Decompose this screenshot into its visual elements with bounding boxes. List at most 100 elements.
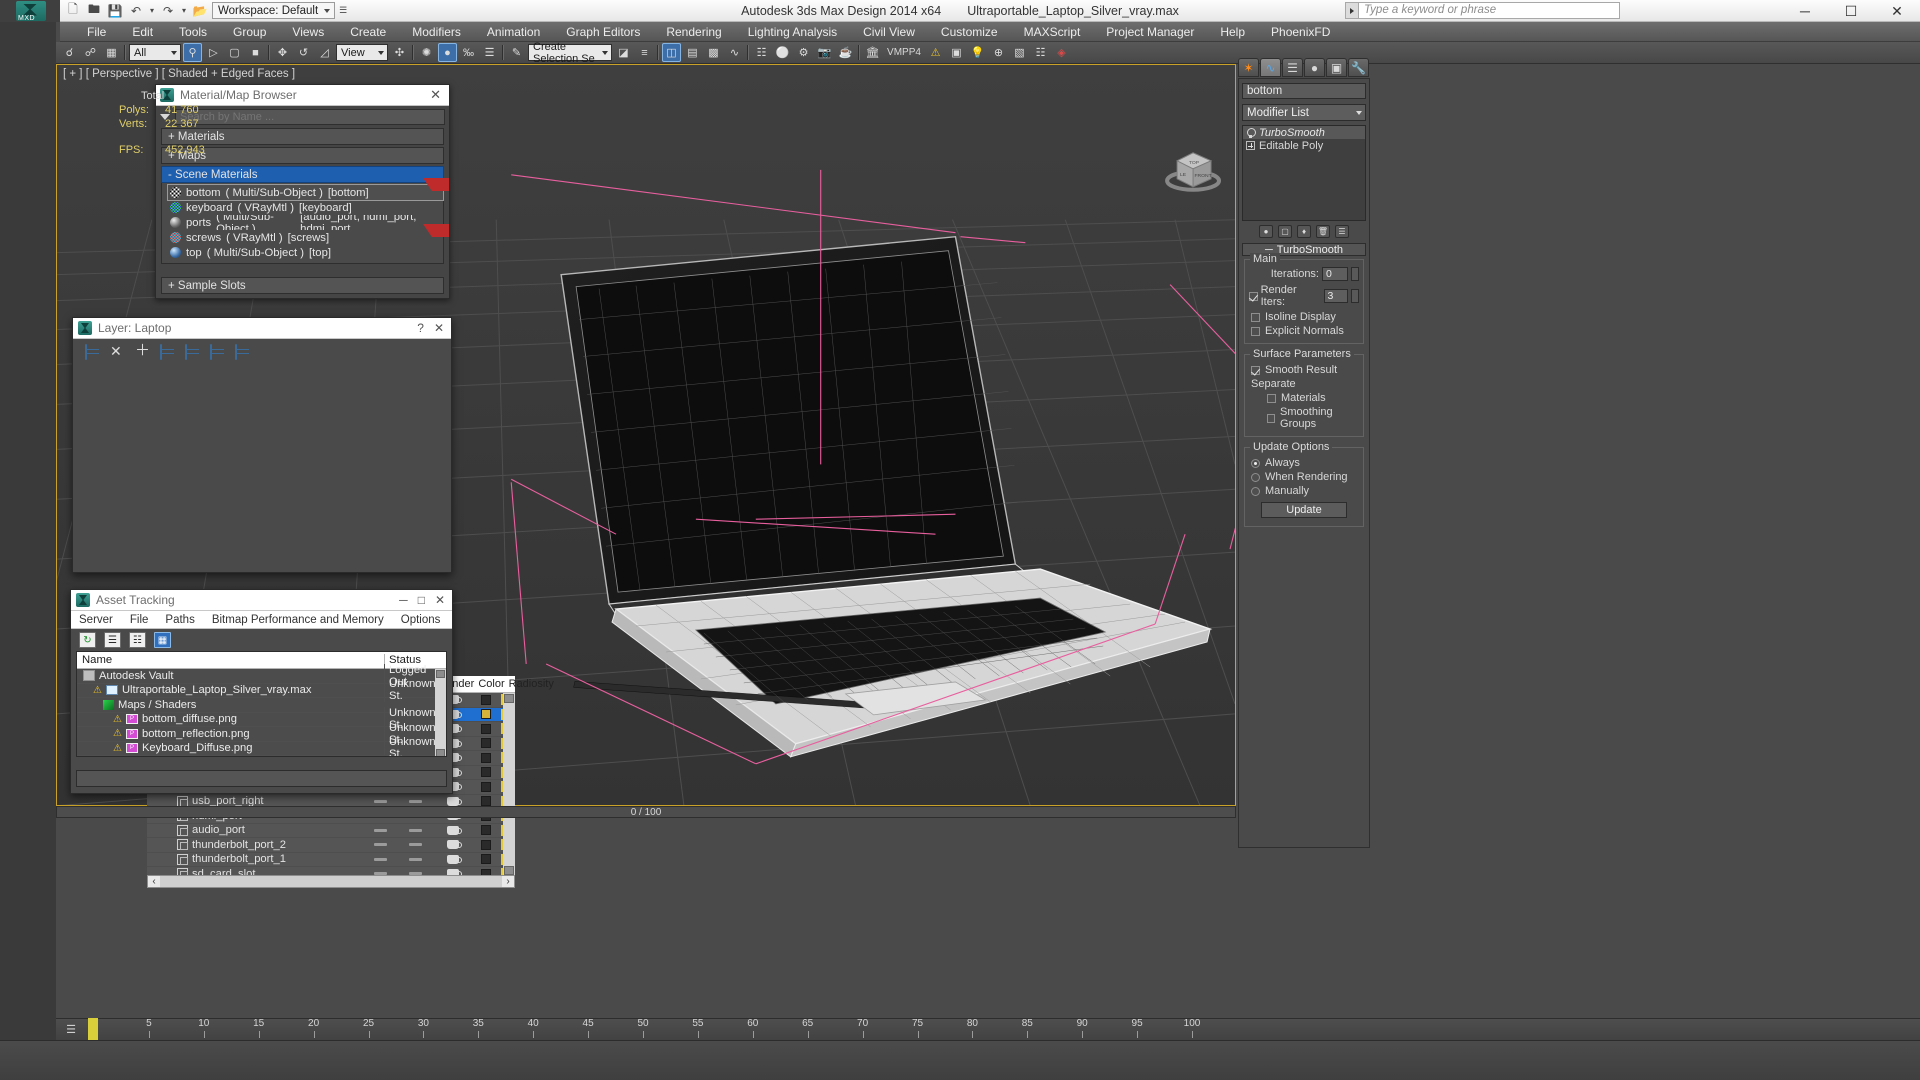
layer-color-swatch[interactable] bbox=[481, 796, 491, 807]
render-setup-icon[interactable]: ⚙ bbox=[794, 43, 813, 62]
separate-smoothing-groups-row[interactable]: Smoothing Groups bbox=[1267, 406, 1359, 430]
asset-rows-container[interactable]: Autodesk Vault Logged Out ⚠ Ultraportable_L… bbox=[77, 663, 446, 756]
search-input[interactable]: Type a keyword or phrase bbox=[1358, 2, 1620, 19]
render-toggle-icon[interactable] bbox=[447, 840, 462, 850]
layer-vertical-scrollbar[interactable] bbox=[503, 693, 515, 876]
schematic-view-icon[interactable]: ☷ bbox=[752, 43, 771, 62]
help-button[interactable]: ? bbox=[417, 321, 424, 335]
tab-utilities[interactable]: 🔧 bbox=[1348, 58, 1369, 77]
snap-toggle-icon[interactable]: ✺ bbox=[417, 43, 436, 62]
select-link-icon[interactable]: ☌ bbox=[60, 43, 79, 62]
tree-view-icon[interactable]: ☷ bbox=[129, 632, 146, 648]
layer-color-swatch[interactable] bbox=[481, 854, 491, 865]
rollout-scene-materials[interactable]: - Scene Materials bbox=[161, 166, 444, 183]
menu-item-phoenixfd[interactable]: PhoenixFD bbox=[1258, 25, 1343, 39]
asset-row[interactable]: ⚠ P Keyboard_Diffuse.png Unknown St. bbox=[77, 736, 446, 756]
light-icon[interactable]: 💡 bbox=[968, 43, 987, 62]
render-iters-checkbox[interactable] bbox=[1249, 291, 1258, 301]
isoline-display-row[interactable]: Isoline Display bbox=[1251, 311, 1359, 323]
iterations-value[interactable]: 0 bbox=[1322, 267, 1348, 281]
layer-row[interactable]: sd_card_slot bbox=[147, 867, 515, 875]
object-name-field[interactable]: bottom bbox=[1242, 83, 1366, 99]
phoenix-icon[interactable]: ▣ bbox=[947, 43, 966, 62]
edit-named-selection-icon[interactable]: ✎ bbox=[507, 43, 526, 62]
close-icon[interactable]: ✕ bbox=[426, 87, 445, 103]
new-file-icon[interactable]: 🗋 bbox=[64, 2, 82, 20]
separate-materials-checkbox[interactable] bbox=[1267, 393, 1276, 403]
grid-view-icon[interactable]: ▦ bbox=[154, 632, 171, 648]
separate-smoothing-groups-checkbox[interactable] bbox=[1267, 413, 1276, 423]
tab-modify[interactable]: ∿ bbox=[1260, 58, 1281, 77]
menu-item-tools[interactable]: Tools bbox=[166, 25, 220, 39]
freeze-toggle[interactable] bbox=[408, 828, 422, 832]
close-icon[interactable]: ✕ bbox=[435, 593, 445, 607]
layer-row[interactable]: audio_port bbox=[147, 824, 515, 838]
stack-item-editable-poly[interactable]: Editable Poly bbox=[1243, 139, 1365, 152]
render-iters-spinner[interactable] bbox=[1351, 289, 1359, 303]
spinner-snap-icon[interactable]: ☰ bbox=[480, 43, 499, 62]
select-object-icon[interactable]: ⚲ bbox=[183, 43, 202, 62]
maximize-button[interactable]: □ bbox=[418, 593, 425, 607]
vray-toolbar-icon[interactable]: 🏛 bbox=[863, 43, 882, 62]
modifier-list-combo[interactable]: Modifier List bbox=[1242, 104, 1366, 121]
select-and-move-icon[interactable]: ✥ bbox=[273, 43, 292, 62]
remove-modifier-icon[interactable]: 🗑 bbox=[1316, 225, 1330, 238]
redo-icon[interactable]: ↷ bbox=[159, 2, 177, 20]
show-end-result-icon[interactable]: ▢ bbox=[1278, 225, 1292, 238]
bind-space-warp-icon[interactable]: ▦ bbox=[102, 43, 121, 62]
render-toggle-icon[interactable] bbox=[447, 796, 462, 806]
select-and-scale-icon[interactable]: ◿ bbox=[315, 43, 334, 62]
asset-menu-options[interactable]: Options bbox=[401, 614, 441, 626]
menu-item-animation[interactable]: Animation bbox=[474, 25, 553, 39]
track-bar-mode-icon[interactable]: ☰ bbox=[58, 1018, 84, 1040]
add-selection-icon[interactable]: ＋ bbox=[135, 343, 150, 358]
material-row-screws[interactable]: screws ( VRayMtl ) [screws] bbox=[168, 230, 443, 245]
asset-row[interactable]: ⚠ Ultraportable_Laptop_Silver_vray.max Unk… bbox=[77, 678, 446, 703]
create-new-layer-icon[interactable] bbox=[85, 343, 99, 360]
isoline-display-checkbox[interactable] bbox=[1251, 312, 1260, 322]
layer-color-swatch[interactable] bbox=[481, 723, 491, 734]
close-button[interactable]: ✕ bbox=[1874, 0, 1920, 22]
search-dropdown-icon[interactable] bbox=[1345, 2, 1358, 19]
select-region-icon[interactable]: ▢ bbox=[225, 43, 244, 62]
axis-icon[interactable]: ⊕ bbox=[989, 43, 1008, 62]
render-production-icon[interactable]: ☕ bbox=[836, 43, 855, 62]
stack-item-turbosmooth[interactable]: TurboSmooth bbox=[1243, 126, 1365, 139]
update-when-rendering-row[interactable]: When Rendering bbox=[1251, 471, 1359, 483]
render-frame-icon[interactable]: 📷 bbox=[815, 43, 834, 62]
hide-toggle[interactable] bbox=[373, 799, 387, 803]
minimize-button[interactable]: ─ bbox=[1782, 0, 1828, 22]
menu-item-rendering[interactable]: Rendering bbox=[653, 25, 734, 39]
layer-color-swatch[interactable] bbox=[481, 709, 491, 720]
asset-menu-file[interactable]: File bbox=[130, 614, 149, 626]
explicit-normals-checkbox[interactable] bbox=[1251, 326, 1260, 336]
asset-grid[interactable]: Name Status Autodesk Vault Logged Out ⚠ Ult… bbox=[76, 651, 447, 757]
qat-overflow-icon[interactable]: ☰ bbox=[338, 2, 348, 20]
render-toggle-icon[interactable] bbox=[447, 825, 462, 835]
material-row-top[interactable]: top ( Multi/Sub-Object ) [top] bbox=[168, 245, 443, 260]
tab-create[interactable]: ✶ bbox=[1238, 58, 1259, 77]
copy-icon[interactable]: ☷ bbox=[1031, 43, 1050, 62]
render-iters-value[interactable]: 3 bbox=[1323, 289, 1349, 303]
hide-toggle[interactable] bbox=[373, 828, 387, 832]
render-iters-field[interactable]: Render Iters: 3 bbox=[1249, 284, 1359, 308]
material-editor-icon[interactable]: ⚪ bbox=[773, 43, 792, 62]
material-search-input[interactable] bbox=[175, 109, 445, 125]
layer-color-swatch[interactable] bbox=[481, 694, 491, 705]
selection-filter-combo[interactable]: All bbox=[129, 44, 181, 61]
maximize-button[interactable]: ☐ bbox=[1828, 0, 1874, 22]
layer-manager-icon[interactable]: ◫ bbox=[662, 43, 681, 62]
explicit-normals-row[interactable]: Explicit Normals bbox=[1251, 325, 1359, 337]
menu-item-customize[interactable]: Customize bbox=[928, 25, 1011, 39]
window-crossing-icon[interactable]: ■ bbox=[246, 43, 265, 62]
viewport-label[interactable]: [ + ] [ Perspective ] [ Shaded + Edged F… bbox=[63, 68, 295, 80]
material-row-ports[interactable]: ports ( Multi/Sub-Object ) [audio_port, … bbox=[168, 215, 443, 230]
close-icon[interactable]: ✕ bbox=[434, 321, 444, 335]
hide-unselected-icon[interactable] bbox=[235, 343, 249, 360]
toggle-scene-explorer-icon[interactable]: ▤ bbox=[683, 43, 702, 62]
warning-icon[interactable]: ⚠ bbox=[926, 43, 945, 62]
asset-menu-server[interactable]: Server bbox=[79, 614, 113, 626]
menu-item-edit[interactable]: Edit bbox=[119, 25, 166, 39]
light-bulb-icon[interactable] bbox=[1246, 127, 1256, 138]
rollout-sample-slots[interactable]: + Sample Slots bbox=[161, 277, 444, 294]
